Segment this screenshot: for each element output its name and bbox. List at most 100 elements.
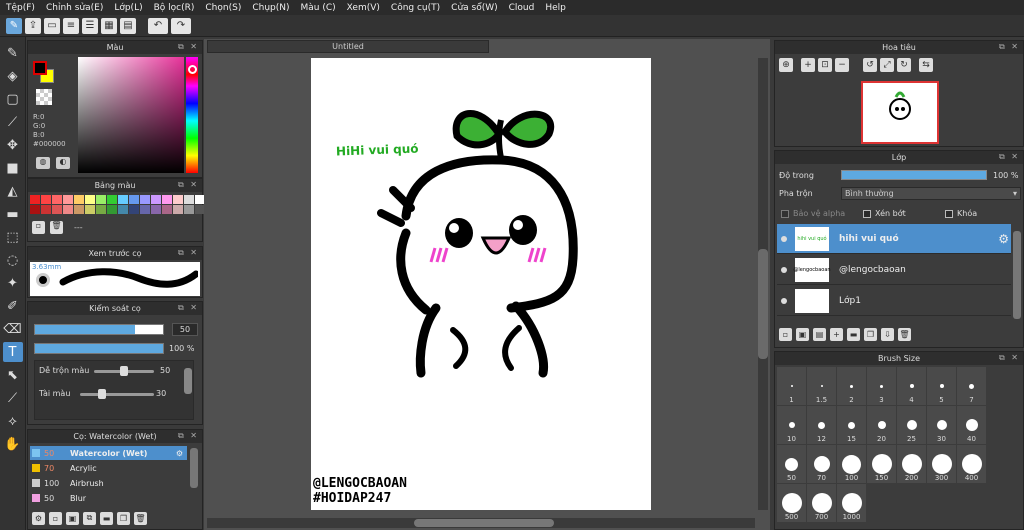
brush-size-cell[interactable]: 1 xyxy=(777,367,806,405)
grid-doc-icon[interactable]: ▦ xyxy=(101,17,117,34)
palette-swatch[interactable] xyxy=(96,195,106,204)
palette-swatch[interactable] xyxy=(162,205,172,214)
select-pen-tool-icon[interactable]: ✐ xyxy=(3,296,23,316)
brush-size-cell[interactable]: 150 xyxy=(867,445,896,483)
add-brush-icon[interactable]: ▣ xyxy=(66,511,79,525)
brush-size-cell[interactable]: 25 xyxy=(897,406,926,444)
layer-blend-select[interactable]: Bình thường ▾ xyxy=(841,187,1021,200)
menu-item[interactable]: Chỉnh sửa(E) xyxy=(46,3,103,13)
brush-item[interactable]: 70 Acrylic xyxy=(30,461,187,475)
layer-list-scrollbar[interactable] xyxy=(1013,231,1021,319)
brush-size-cell[interactable]: 100 xyxy=(837,445,866,483)
menu-item[interactable]: Màu (C) xyxy=(301,3,336,13)
canvas-paper[interactable]: HiHi vui quó @LENGOCBAOAN #HOIDAP247 xyxy=(311,58,651,510)
brush-size-cell[interactable]: 20 xyxy=(867,406,896,444)
brush-item[interactable]: 100 Airbrush xyxy=(30,476,187,490)
palette-swatch[interactable] xyxy=(107,205,117,214)
zoom-in-icon[interactable]: + xyxy=(801,58,815,72)
panel-controls-icon[interactable]: ⧉ ✕ xyxy=(999,42,1020,52)
eraser-tool-icon[interactable]: ◈ xyxy=(3,66,23,86)
brush-settings-icon[interactable]: ⚙ xyxy=(32,511,45,525)
canvas-tab[interactable]: Untitled xyxy=(207,40,489,53)
palette-icon[interactable]: ◍ xyxy=(36,157,50,169)
palette-swatch[interactable] xyxy=(30,205,40,214)
brush-size-cell[interactable]: 1000 xyxy=(837,484,866,522)
menu-item[interactable]: Chụp(N) xyxy=(252,3,289,13)
layer-row[interactable]: @lengocbaoan @lengocbaoan xyxy=(777,255,1011,285)
palette-swatch[interactable] xyxy=(184,205,194,214)
gradient-tool-icon[interactable]: ▬ xyxy=(3,204,23,224)
palette-swatch[interactable] xyxy=(96,205,106,214)
palette-swatch[interactable] xyxy=(41,205,51,214)
brush-size-cell[interactable]: 50 xyxy=(777,445,806,483)
add-layer-menu-icon[interactable]: + xyxy=(830,327,843,341)
visibility-icon[interactable] xyxy=(781,235,787,242)
menu-item[interactable]: Help xyxy=(545,3,566,13)
operation-tool-icon[interactable]: ⬉ xyxy=(3,365,23,385)
gear-icon[interactable]: ⚙ xyxy=(998,232,1009,246)
line-tool-icon[interactable]: ⟋ xyxy=(3,112,23,132)
panel-controls-icon[interactable]: ⧉ ✕ xyxy=(178,180,199,190)
panel-controls-icon[interactable]: ⧉ ✕ xyxy=(178,42,199,52)
brush-size-cell[interactable]: 30 xyxy=(927,406,956,444)
palette-swatch[interactable] xyxy=(151,195,161,204)
palette-swatch[interactable] xyxy=(52,205,62,214)
brush-params-scrollbar[interactable] xyxy=(184,368,192,394)
panel-controls-icon[interactable]: ⧉ ✕ xyxy=(178,303,199,313)
brush-size-cell[interactable]: 3 xyxy=(867,367,896,405)
brush-size-cell[interactable]: 15 xyxy=(837,406,866,444)
foreground-color-swatch[interactable] xyxy=(33,61,47,75)
palette-swatch[interactable] xyxy=(52,195,62,204)
menu-item[interactable]: Tệp(F) xyxy=(6,3,35,13)
brush-size-cell[interactable]: 12 xyxy=(807,406,836,444)
navigator-thumbnail[interactable] xyxy=(861,81,939,144)
panel-controls-icon[interactable]: ⧉ ✕ xyxy=(999,353,1020,363)
select-eraser-tool-icon[interactable]: ⌫ xyxy=(3,319,23,339)
brush-size-cell[interactable]: 200 xyxy=(897,445,926,483)
brush-item[interactable]: 50 Watercolor (Wet) ⚙ xyxy=(30,446,187,460)
brush-size-cell[interactable]: 7 xyxy=(957,367,986,405)
palette-swatch[interactable] xyxy=(129,205,139,214)
menu-item[interactable]: Cửa sổ(W) xyxy=(451,3,497,13)
layer-opacity-slider[interactable] xyxy=(841,170,987,180)
folder-icon[interactable]: ▬ xyxy=(100,511,113,525)
menu-item[interactable]: Công cụ(T) xyxy=(391,3,440,13)
text-tool-icon[interactable]: T xyxy=(2,342,23,362)
rotate-right-icon[interactable]: ↻ xyxy=(897,58,911,72)
amount-slider[interactable] xyxy=(80,393,154,396)
gear-icon[interactable]: ⚙ xyxy=(176,449,183,458)
horizontal-scroll-thumb[interactable] xyxy=(414,519,554,527)
palette-swatch[interactable] xyxy=(74,205,84,214)
panel-controls-icon[interactable]: ⧉ ✕ xyxy=(178,431,199,441)
flip-icon[interactable]: ⇆ xyxy=(919,58,933,72)
brush-size-cell[interactable]: 300 xyxy=(927,445,956,483)
lasso-tool-icon[interactable]: ◌ xyxy=(3,250,23,270)
brush-list-scrollbar[interactable] xyxy=(190,448,198,488)
color-settings-icon[interactable]: ◐ xyxy=(56,157,70,169)
palette-swatch[interactable] xyxy=(107,195,117,204)
text-doc-icon[interactable]: ≡ xyxy=(63,17,79,34)
magic-wand-tool-icon[interactable]: ✦ xyxy=(3,273,23,293)
comment-icon[interactable]: ▭ xyxy=(44,17,60,34)
brush-size-value[interactable]: 50 xyxy=(172,323,198,336)
copy-brush-icon[interactable]: ⧉ xyxy=(83,511,96,525)
brush-tool-icon[interactable]: ✎ xyxy=(3,43,23,63)
palette-swatch[interactable] xyxy=(129,195,139,204)
hue-knob[interactable] xyxy=(188,65,197,74)
fill-rect-tool-icon[interactable]: ■ xyxy=(3,158,23,178)
palette-swatch[interactable] xyxy=(118,195,128,204)
visibility-icon[interactable] xyxy=(781,297,787,304)
blend-knob[interactable] xyxy=(120,366,128,376)
rect-select-tool-icon[interactable]: ▢ xyxy=(3,89,23,109)
hue-slider[interactable] xyxy=(186,57,198,173)
palette-swatch[interactable] xyxy=(140,195,150,204)
menu-item[interactable]: Xem(V) xyxy=(347,3,380,13)
move-tool-icon[interactable]: ✥ xyxy=(3,135,23,155)
brush-size-slider[interactable] xyxy=(34,324,164,335)
new-brush-icon[interactable]: ▫ xyxy=(49,511,62,525)
palette-swatch[interactable] xyxy=(63,195,73,204)
brush-size-cell[interactable]: 10 xyxy=(777,406,806,444)
layer-doc-icon[interactable]: ▤ xyxy=(120,17,136,34)
brush-size-cell[interactable]: 4 xyxy=(897,367,926,405)
panel-controls-icon[interactable]: ⧉ ✕ xyxy=(999,152,1020,162)
